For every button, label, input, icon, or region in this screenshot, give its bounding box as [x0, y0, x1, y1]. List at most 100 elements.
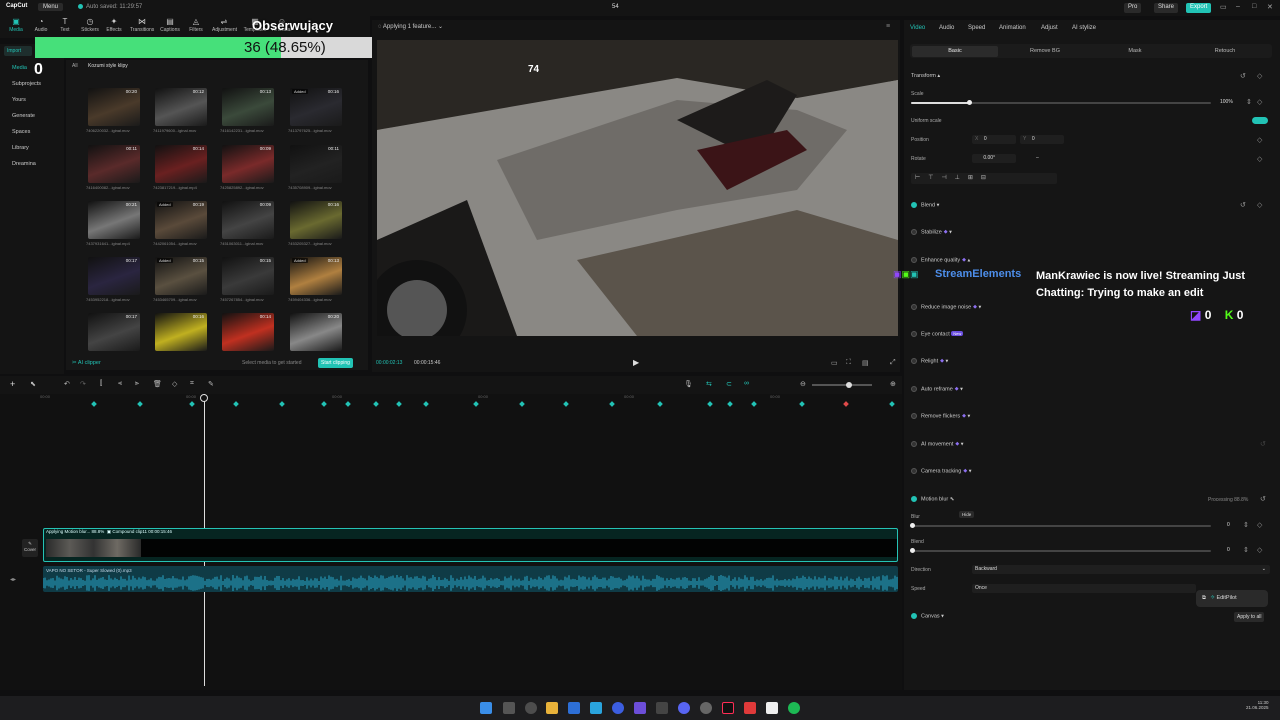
explorer-icon[interactable]	[546, 702, 558, 714]
beat-marker[interactable]	[751, 401, 757, 407]
tab-transitions[interactable]: ⋈ Transitions	[130, 17, 154, 33]
ai-movement-toggle[interactable]	[911, 441, 917, 447]
beat-marker[interactable]	[563, 401, 569, 407]
media-clip[interactable]: 00:20	[290, 313, 342, 351]
sidebar-item-generate[interactable]: Generate	[12, 113, 35, 119]
pro-button[interactable]: Pro	[1124, 3, 1142, 13]
media-tab-folder[interactable]: Kozumi style klipy	[88, 63, 128, 69]
blend-section[interactable]: Blend ▾	[911, 202, 939, 208]
reduce-noise-toggle[interactable]	[911, 304, 917, 310]
camera-tracking-toggle[interactable]	[911, 468, 917, 474]
video-preview[interactable]	[377, 40, 898, 336]
zoom-in-icon[interactable]: ⊕	[890, 380, 896, 388]
subtab-retouch[interactable]: Retouch	[1182, 46, 1268, 57]
zoom-out-icon[interactable]: ⊖	[800, 380, 806, 388]
split-icon[interactable]: ⫿	[100, 380, 102, 388]
magnet-icon[interactable]: ⊂	[726, 380, 732, 388]
media-clip[interactable]: 00:21 7437931641...iginal.mp4	[86, 201, 140, 246]
sidebar-item-subprojects[interactable]: Subprojects	[12, 81, 41, 87]
app-icon-4[interactable]	[744, 702, 756, 714]
relight-section[interactable]: Relight ◆ ▾	[911, 358, 948, 364]
tab-media[interactable]: ▣ Media	[4, 17, 28, 33]
sidebar-item-media[interactable]: Media	[12, 65, 27, 71]
blur-knob[interactable]	[910, 523, 915, 528]
ratio-icon[interactable]: ▤	[862, 359, 869, 367]
task-view-icon[interactable]	[503, 702, 515, 714]
clock[interactable]: 11:30 21.06.2025	[1246, 700, 1269, 710]
beat-marker[interactable]	[707, 401, 713, 407]
rotate-input[interactable]: 0.00°	[972, 154, 1016, 163]
windows-start-icon[interactable]	[480, 702, 492, 714]
add-track-icon[interactable]: +	[10, 379, 15, 389]
reduce-noise-section[interactable]: Reduce image noise ◆ ▾	[911, 304, 981, 310]
motion-blur-section[interactable]: Motion blur ⬉	[911, 496, 954, 502]
magic-icon[interactable]: ✎	[208, 380, 214, 388]
undo-icon[interactable]: ↶	[64, 380, 70, 388]
media-clip[interactable]: 00:14 7423817219...iginal.mp4	[153, 145, 207, 190]
obs-icon[interactable]	[700, 702, 712, 714]
tab-adjustment[interactable]: ⇌ Adjustment	[212, 17, 237, 33]
media-clip[interactable]: 00:16 Added 7413797625...iginal.mov	[288, 88, 342, 133]
media-clip[interactable]: 00:11 7416400082...iginal.mov	[86, 145, 140, 190]
beat-marker[interactable]	[137, 401, 143, 407]
tab-ai-stylize[interactable]: AI stylize	[1072, 25, 1096, 31]
media-clip[interactable]: 00:13 Added 7459404336...iginal.mov	[288, 257, 342, 302]
speed-select[interactable]: Once	[972, 584, 1196, 593]
import-button[interactable]: Import	[4, 46, 32, 56]
media-clip[interactable]: 00:16 7453205327...iginal.mov	[288, 201, 342, 246]
editpilot-button[interactable]: ⧉ ✧ EditPilot	[1196, 590, 1268, 607]
tab-audio-props[interactable]: Audio	[939, 25, 954, 31]
enhance-toggle[interactable]	[911, 257, 917, 263]
blur-value[interactable]: 0	[1227, 522, 1230, 528]
microphone-icon[interactable]: 🎙	[684, 380, 693, 388]
beat-marker[interactable]	[423, 401, 429, 407]
reset-blend-icon[interactable]: ↺	[1240, 201, 1246, 209]
stabilize-toggle[interactable]	[911, 229, 917, 235]
audio-clip[interactable]	[43, 566, 898, 592]
sidebar-item-yours[interactable]: Yours	[12, 97, 26, 103]
stepper-icon[interactable]: ⇕	[1246, 98, 1252, 106]
keyframe-icon[interactable]: ◇	[1257, 72, 1262, 80]
start-clipping-button[interactable]: Start clipping	[318, 358, 353, 368]
fullscreen-icon[interactable]: ⤢	[890, 359, 896, 367]
beat-marker[interactable]	[889, 401, 895, 407]
export-button[interactable]: Export	[1186, 3, 1212, 13]
auto-reframe-toggle[interactable]	[911, 386, 917, 392]
beat-marker[interactable]	[321, 401, 327, 407]
apply-to-all-button[interactable]: Apply to all	[1234, 612, 1265, 622]
scale-keyframe-icon[interactable]: ◇	[1257, 98, 1262, 106]
beat-marker[interactable]	[233, 401, 239, 407]
blur-stepper-icon[interactable]: ⇕	[1243, 521, 1249, 529]
media-tab-all[interactable]: All	[72, 63, 78, 69]
chrome-icon[interactable]	[525, 702, 537, 714]
timeline-ruler[interactable]: 00:00 00:00 00:00 00:00 00:00 00:00	[40, 394, 900, 407]
blend-knob[interactable]	[910, 548, 915, 553]
align-toolbar[interactable]: ⊢⊤⊣⊥⊞⊟	[911, 173, 1057, 184]
eye-contact-section[interactable]: Eye contact New	[911, 331, 964, 337]
ai-clipper-button[interactable]: ✂ AI clipper	[72, 360, 101, 366]
media-clip[interactable]: 00:16	[155, 313, 207, 351]
camera-tracking-section[interactable]: Camera tracking ◆ ▾	[911, 468, 972, 474]
position-keyframe-icon[interactable]: ◇	[1257, 136, 1262, 144]
beat-marker[interactable]	[799, 401, 805, 407]
media-clip[interactable]: 00:15 Added 7453465709...iginal.mov	[153, 257, 207, 302]
store-icon[interactable]	[568, 702, 580, 714]
blur-slider[interactable]	[911, 525, 1211, 527]
tab-effects[interactable]: ✦ Effects	[102, 17, 126, 33]
relight-toggle[interactable]	[911, 358, 917, 364]
beat-marker[interactable]	[396, 401, 402, 407]
blend-stepper-icon[interactable]: ⇕	[1243, 546, 1249, 554]
tab-speed[interactable]: Speed	[968, 25, 985, 31]
cover-button[interactable]: ✎ Cover	[22, 539, 38, 557]
sidebar-item-library[interactable]: Library	[12, 145, 29, 151]
select-icon[interactable]: ⬉	[30, 380, 36, 388]
uniform-scale-toggle[interactable]	[1252, 117, 1268, 124]
redo-icon[interactable]: ↷	[80, 380, 86, 388]
beat-marker[interactable]	[843, 401, 849, 407]
subtitle-icon[interactable]: ▭	[831, 359, 838, 367]
tab-animation[interactable]: Animation	[999, 25, 1026, 31]
sidebar-item-dreamina[interactable]: Dreamina	[12, 161, 36, 167]
media-clip[interactable]: 00:14	[222, 313, 274, 351]
beat-marker[interactable]	[609, 401, 615, 407]
beat-marker[interactable]	[473, 401, 479, 407]
